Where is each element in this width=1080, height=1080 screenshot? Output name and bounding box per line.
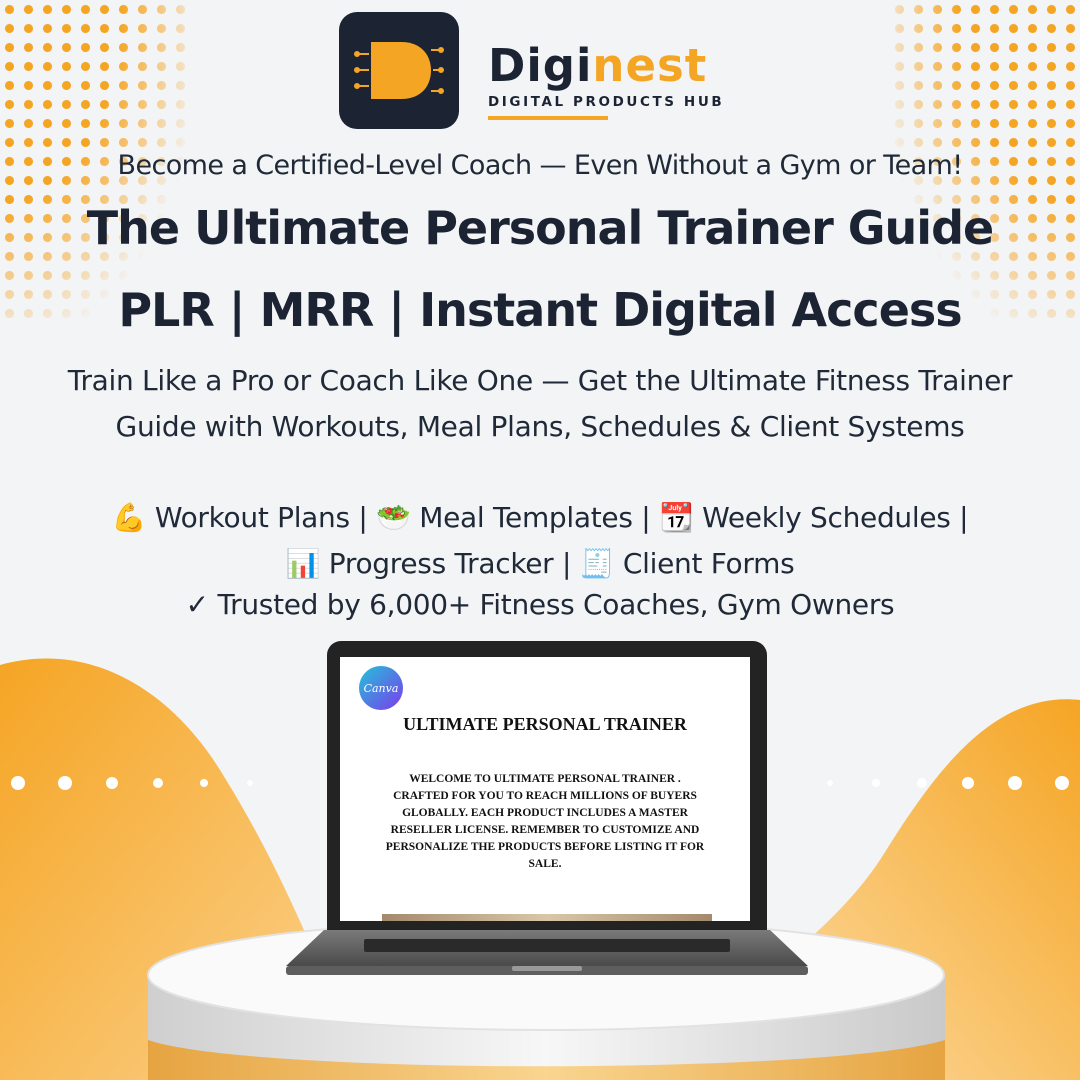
document-body: WELCOME TO ULTIMATE PERSONAL TRAINER . C… [385, 773, 705, 870]
laptop-screen: Canva ULTIMATE PERSONAL TRAINER WELCOME … [327, 641, 767, 941]
laptop-keyboard-base [286, 930, 808, 975]
document-title: ULTIMATE PERSONAL TRAINER [403, 714, 687, 734]
canva-badge-icon: Canva [359, 666, 403, 710]
laptop-display: Canva ULTIMATE PERSONAL TRAINER WELCOME … [340, 657, 750, 921]
document-image-strip [382, 914, 712, 921]
